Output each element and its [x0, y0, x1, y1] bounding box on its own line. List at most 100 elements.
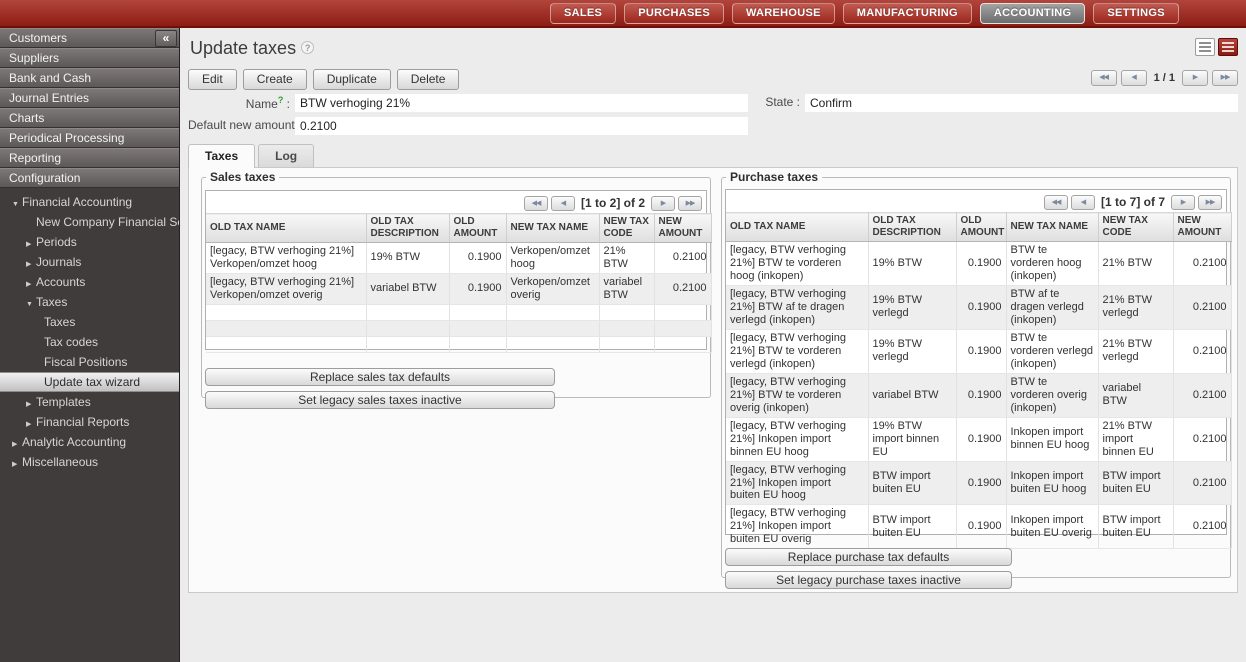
sidebar-item-reporting[interactable]: Reporting — [0, 148, 179, 168]
default-amount-label: Default new amount : — [188, 118, 290, 132]
col-new-tax-name[interactable]: NEW TAX NAME — [1006, 213, 1098, 242]
tree-label: Miscellaneous — [22, 455, 98, 469]
replace-sales-tax-defaults-button[interactable]: Replace sales tax defaults — [205, 368, 555, 386]
sidebar-item-periodical-processing[interactable]: Periodical Processing — [0, 128, 179, 148]
tree-label: Taxes — [36, 295, 67, 309]
list-view-icon[interactable] — [1195, 38, 1215, 56]
cell: BTW te vorderen overig (inkopen) — [1006, 373, 1098, 417]
col-old-amount[interactable]: OLD AMOUNT — [956, 213, 1006, 242]
tree-analytic-accounting[interactable]: ▶Analytic Accounting — [0, 432, 179, 452]
table-row[interactable]: [legacy, BTW verhoging 21%] BTW af te dr… — [726, 285, 1231, 329]
duplicate-button[interactable]: Duplicate — [313, 69, 391, 90]
sidebar-item-suppliers[interactable]: Suppliers — [0, 48, 179, 68]
table-row[interactable]: [legacy, BTW verhoging 21%] Inkopen impo… — [726, 505, 1231, 549]
col-old-tax-description[interactable]: OLD TAX DESCRIPTION — [868, 213, 956, 242]
table-row[interactable]: [legacy, BTW verhoging 21%] BTW te vorde… — [726, 329, 1231, 373]
sidebar-collapse-icon[interactable]: « — [155, 30, 177, 47]
cell: 21% BTW import binnen EU — [1098, 417, 1173, 461]
tree-fiscal-positions[interactable]: Fiscal Positions — [0, 352, 179, 372]
previous-record-icon[interactable]: ◀ — [1121, 70, 1147, 86]
menu-manufacturing[interactable]: MANUFACTURING — [843, 3, 972, 24]
field-help-icon[interactable]: ? — [278, 95, 284, 105]
tree-tax-codes[interactable]: Tax codes — [0, 332, 179, 352]
set-legacy-purchase-taxes-inactive-button[interactable]: Set legacy purchase taxes inactive — [725, 571, 1012, 589]
sidebar-item-bank-and-cash[interactable]: Bank and Cash — [0, 68, 179, 88]
next-page-icon[interactable]: ▶ — [651, 196, 675, 211]
create-button[interactable]: Create — [243, 69, 307, 90]
default-amount-field[interactable]: 0.2100 — [295, 117, 748, 135]
sales-taxes-table: OLD TAX NAME OLD TAX DESCRIPTION OLD AMO… — [206, 213, 712, 353]
cell: 0.2100 — [1173, 505, 1231, 549]
last-page-icon[interactable]: ▶▶ — [1198, 195, 1222, 210]
sidebar-item-customers[interactable]: Customers « — [0, 28, 179, 48]
set-legacy-sales-taxes-inactive-button[interactable]: Set legacy sales taxes inactive — [205, 391, 555, 409]
cell: Inkopen import buiten EU overig — [1006, 505, 1098, 549]
delete-button[interactable]: Delete — [397, 69, 460, 90]
tree-taxes-child[interactable]: Taxes — [0, 312, 179, 332]
tree-templates[interactable]: ▶Templates — [0, 392, 179, 412]
notebook-tabs: Taxes Log — [188, 144, 317, 168]
previous-page-icon[interactable]: ◀ — [1071, 195, 1095, 210]
col-old-tax-description[interactable]: OLD TAX DESCRIPTION — [366, 214, 449, 243]
first-page-icon[interactable]: ◀◀ — [1044, 195, 1068, 210]
sidebar-item-configuration[interactable]: Configuration — [0, 168, 179, 188]
col-old-tax-name[interactable]: OLD TAX NAME — [206, 214, 366, 243]
tree-periods[interactable]: ▶Periods — [0, 232, 179, 252]
cell: 0.2100 — [654, 273, 711, 304]
sidebar-item-journal-entries[interactable]: Journal Entries — [0, 88, 179, 108]
cell: BTW import buiten EU — [868, 461, 956, 505]
cell: variabel BTW — [868, 373, 956, 417]
menu-purchases[interactable]: PURCHASES — [624, 3, 724, 24]
form-view-icon[interactable] — [1218, 38, 1238, 56]
menu-accounting[interactable]: ACCOUNTING — [980, 3, 1086, 24]
cell: [legacy, BTW verhoging 21%] BTW af te dr… — [726, 285, 868, 329]
menu-warehouse[interactable]: WAREHOUSE — [732, 3, 835, 24]
tree-update-tax-wizard[interactable]: Update tax wizard — [0, 372, 179, 392]
cell: variabel BTW — [1098, 373, 1173, 417]
cell: 0.2100 — [654, 243, 711, 274]
col-new-amount[interactable]: NEW AMOUNT — [654, 214, 711, 243]
menu-settings[interactable]: SETTINGS — [1093, 3, 1178, 24]
col-new-tax-code[interactable]: NEW TAX CODE — [1098, 213, 1173, 242]
col-old-amount[interactable]: OLD AMOUNT — [449, 214, 506, 243]
state-field[interactable]: Confirm — [805, 94, 1238, 112]
replace-purchase-tax-defaults-button[interactable]: Replace purchase tax defaults — [725, 548, 1012, 566]
last-record-icon[interactable]: ▶▶ — [1212, 70, 1238, 86]
cell: 0.2100 — [1173, 329, 1231, 373]
tab-taxes[interactable]: Taxes — [188, 144, 255, 168]
tree-accounts[interactable]: ▶Accounts — [0, 272, 179, 292]
top-nav: SALES PURCHASES WAREHOUSE MANUFACTURING … — [550, 3, 1179, 24]
col-old-tax-name[interactable]: OLD TAX NAME — [726, 213, 868, 242]
sidebar-item-charts[interactable]: Charts — [0, 108, 179, 128]
table-row[interactable]: [legacy, BTW verhoging 21%] Verkopen/omz… — [206, 273, 711, 304]
table-row[interactable]: [legacy, BTW verhoging 21%] Inkopen impo… — [726, 461, 1231, 505]
menu-sales[interactable]: SALES — [550, 3, 616, 24]
tree-financial-accounting[interactable]: ▼Financial Accounting — [0, 192, 179, 212]
edit-button[interactable]: Edit — [188, 69, 237, 90]
cell: 0.1900 — [956, 242, 1006, 286]
tree-journals[interactable]: ▶Journals — [0, 252, 179, 272]
col-new-tax-name[interactable]: NEW TAX NAME — [506, 214, 599, 243]
tree-miscellaneous[interactable]: ▶Miscellaneous — [0, 452, 179, 472]
next-page-icon[interactable]: ▶ — [1171, 195, 1195, 210]
last-page-icon[interactable]: ▶▶ — [678, 196, 702, 211]
first-record-icon[interactable]: ◀◀ — [1091, 70, 1117, 86]
tree-taxes[interactable]: ▼Taxes — [0, 292, 179, 312]
col-new-tax-code[interactable]: NEW TAX CODE — [599, 214, 654, 243]
previous-page-icon[interactable]: ◀ — [551, 196, 575, 211]
chevron-right-icon: ▶ — [12, 455, 22, 472]
tab-log[interactable]: Log — [258, 144, 314, 167]
table-row[interactable]: [legacy, BTW verhoging 21%] Inkopen impo… — [726, 417, 1231, 461]
table-row[interactable]: [legacy, BTW verhoging 21%] BTW te vorde… — [726, 373, 1231, 417]
table-row[interactable]: [legacy, BTW verhoging 21%] Verkopen/omz… — [206, 243, 711, 274]
table-row[interactable]: [legacy, BTW verhoging 21%] BTW te vorde… — [726, 242, 1231, 286]
view-switcher — [1195, 38, 1238, 56]
tree-new-company-financial-settings[interactable]: New Company Financial Setti... — [0, 212, 179, 232]
help-icon[interactable]: ? — [301, 41, 314, 54]
next-record-icon[interactable]: ▶ — [1182, 70, 1208, 86]
purchase-taxes-legend: Purchase taxes — [726, 170, 822, 184]
name-field[interactable]: BTW verhoging 21% — [295, 94, 748, 112]
first-page-icon[interactable]: ◀◀ — [524, 196, 548, 211]
col-new-amount[interactable]: NEW AMOUNT — [1173, 213, 1231, 242]
tree-financial-reports[interactable]: ▶Financial Reports — [0, 412, 179, 432]
